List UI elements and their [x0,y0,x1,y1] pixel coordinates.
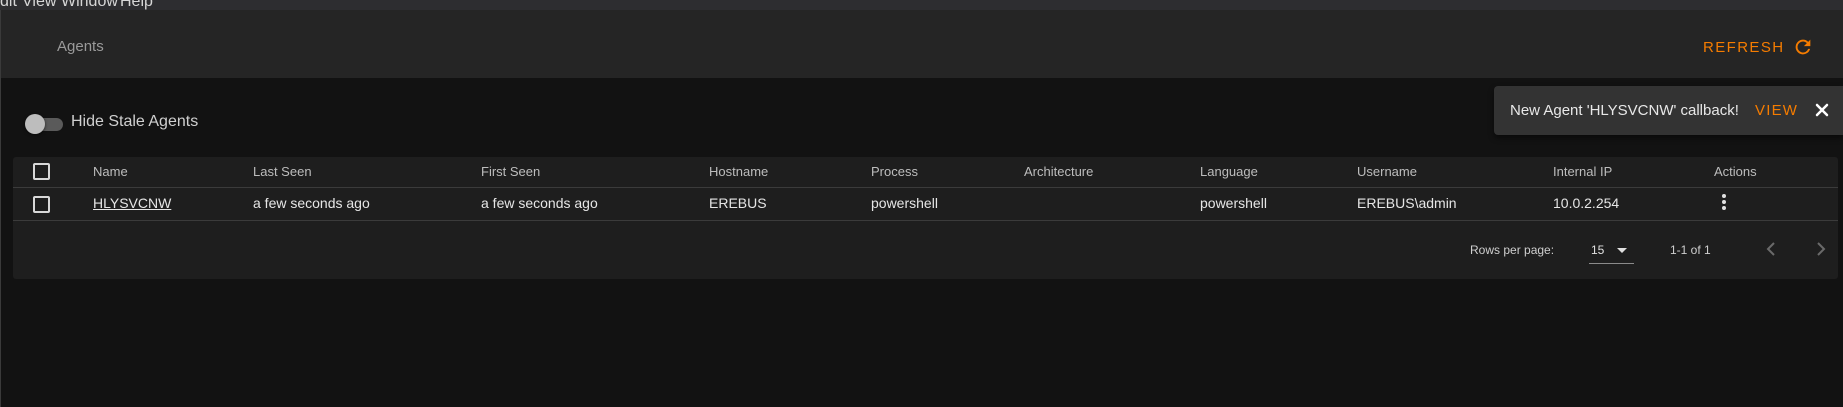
row-checkbox[interactable] [33,196,50,213]
column-header-hostname[interactable]: Hostname [709,164,768,179]
toggle-thumb [25,114,45,134]
menu-view[interactable]: View [22,0,56,10]
cell-process: powershell [871,195,938,211]
rows-per-page-select[interactable]: 15 [1589,239,1634,264]
previous-page-icon[interactable] [1759,237,1783,261]
refresh-button[interactable]: REFRESH [1703,34,1814,60]
column-header-actions: Actions [1714,164,1757,179]
column-header-process[interactable]: Process [871,164,918,179]
cell-last-seen: a few seconds ago [253,195,370,211]
column-header-internal-ip[interactable]: Internal IP [1553,164,1612,179]
snackbar-view-button[interactable]: VIEW [1755,102,1798,119]
more-vert-icon[interactable] [1720,194,1728,214]
cell-internal-ip: 10.0.2.254 [1553,195,1620,211]
agents-table: Name Last Seen First Seen Hostname Proce… [13,157,1838,279]
rows-per-page-label: Rows per page: [1470,243,1555,257]
column-header-first-seen[interactable]: First Seen [481,164,540,179]
cell-language: powershell [1200,195,1267,211]
menu-window[interactable]: Window [61,0,118,10]
row-divider [13,220,1838,221]
hide-stale-label: Hide Stale Agents [71,113,199,130]
cell-first-seen: a few seconds ago [481,195,598,211]
agent-name-link[interactable]: HLYSVCNW [93,195,171,211]
column-header-username[interactable]: Username [1357,164,1417,179]
page-title: Agents [57,38,104,55]
column-header-name[interactable]: Name [93,164,128,179]
menu-help[interactable]: Help [120,0,153,10]
column-header-architecture[interactable]: Architecture [1024,164,1093,179]
dropdown-caret-icon [1617,248,1627,253]
refresh-label: REFRESH [1703,38,1785,56]
header-divider [13,187,1838,188]
menu-bar: dit View Window Help [0,0,1843,10]
cell-hostname: EREBUS [709,195,767,211]
snackbar-message: New Agent 'HLYSVCNW' callback! [1510,102,1739,119]
pagination-range: 1-1 of 1 [1670,243,1711,257]
rows-per-page-value: 15 [1591,243,1605,257]
menu-edit[interactable]: dit [0,0,17,10]
column-header-language[interactable]: Language [1200,164,1258,179]
close-icon[interactable] [1812,100,1832,120]
notification-snackbar: New Agent 'HLYSVCNW' callback! VIEW [1494,86,1843,135]
select-all-checkbox[interactable] [33,163,50,180]
refresh-icon [1796,39,1811,55]
hide-stale-toggle[interactable] [25,112,64,134]
cell-username: EREBUS\admin [1357,195,1457,211]
column-header-last-seen[interactable]: Last Seen [253,164,312,179]
next-page-icon[interactable] [1809,237,1833,261]
app-bar: Agents [1,10,1843,78]
